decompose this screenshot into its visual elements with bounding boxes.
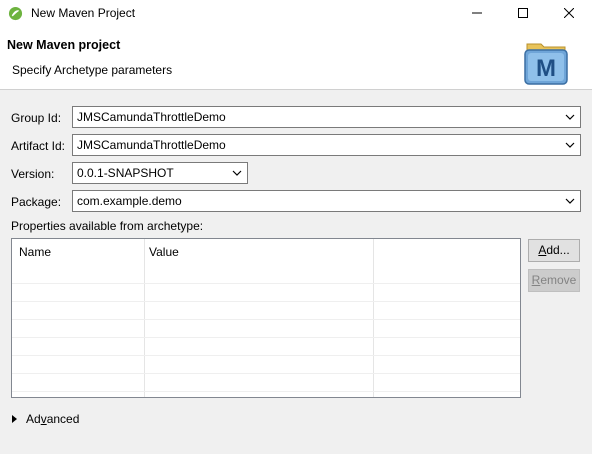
table-row xyxy=(12,283,520,284)
table-row xyxy=(12,391,520,392)
artifact-id-combo[interactable]: JMSCamundaThrottleDemo xyxy=(72,134,581,156)
expand-arrow-icon xyxy=(12,414,17,423)
column-header-name[interactable]: Name xyxy=(19,245,51,259)
eclipse-app-icon xyxy=(8,6,23,21)
add-button[interactable]: Add... xyxy=(528,239,580,262)
table-header: Name Value xyxy=(12,239,520,265)
advanced-label-rest: anced xyxy=(46,412,80,426)
package-value: com.example.demo xyxy=(77,194,182,208)
wizard-banner: New Maven project Specify Archetype para… xyxy=(0,26,592,90)
group-id-label: Group Id: xyxy=(11,111,62,125)
properties-table[interactable]: Name Value xyxy=(11,238,521,398)
remove-button-label: emove xyxy=(540,273,577,287)
properties-label: Properties available from archetype: xyxy=(11,219,204,233)
maven-icon-letter: M xyxy=(536,55,556,82)
package-label: Package: xyxy=(11,195,62,209)
table-row xyxy=(12,355,520,356)
maximize-icon xyxy=(518,8,528,18)
table-row xyxy=(12,319,520,320)
title-bar: New Maven Project xyxy=(0,0,592,26)
minimize-button[interactable] xyxy=(454,0,500,26)
remove-button-mnemonic: R xyxy=(531,273,541,287)
table-row xyxy=(12,301,520,302)
page-title: New Maven project xyxy=(7,38,121,52)
artifact-id-label: Artifact Id: xyxy=(11,139,66,153)
version-combo[interactable]: 0.0.1-SNAPSHOT xyxy=(72,162,248,184)
maven-project-icon: M xyxy=(524,43,568,85)
advanced-toggle[interactable]: Advanced xyxy=(12,412,79,426)
version-label: Version: xyxy=(11,167,55,181)
package-combo[interactable]: com.example.demo xyxy=(72,190,581,212)
window-title: New Maven Project xyxy=(31,6,136,20)
artifact-id-value: JMSCamundaThrottleDemo xyxy=(77,138,226,152)
chevron-down-icon xyxy=(565,142,575,148)
chevron-down-icon xyxy=(232,170,242,176)
group-id-combo[interactable]: JMSCamundaThrottleDemo xyxy=(72,106,581,128)
chevron-down-icon xyxy=(565,198,575,204)
remove-button: Remove xyxy=(528,269,580,292)
maximize-button[interactable] xyxy=(500,0,546,26)
minimize-icon xyxy=(472,12,482,14)
close-icon xyxy=(564,8,574,18)
close-button[interactable] xyxy=(546,0,592,26)
table-row xyxy=(12,337,520,338)
version-value: 0.0.1-SNAPSHOT xyxy=(77,166,174,180)
page-subtitle: Specify Archetype parameters xyxy=(12,63,173,77)
table-row xyxy=(12,373,520,374)
add-button-label: dd... xyxy=(546,243,570,257)
column-header-value[interactable]: Value xyxy=(149,245,179,259)
group-id-value: JMSCamundaThrottleDemo xyxy=(77,110,226,124)
chevron-down-icon xyxy=(565,114,575,120)
advanced-label-prefix: Ad xyxy=(26,412,41,426)
